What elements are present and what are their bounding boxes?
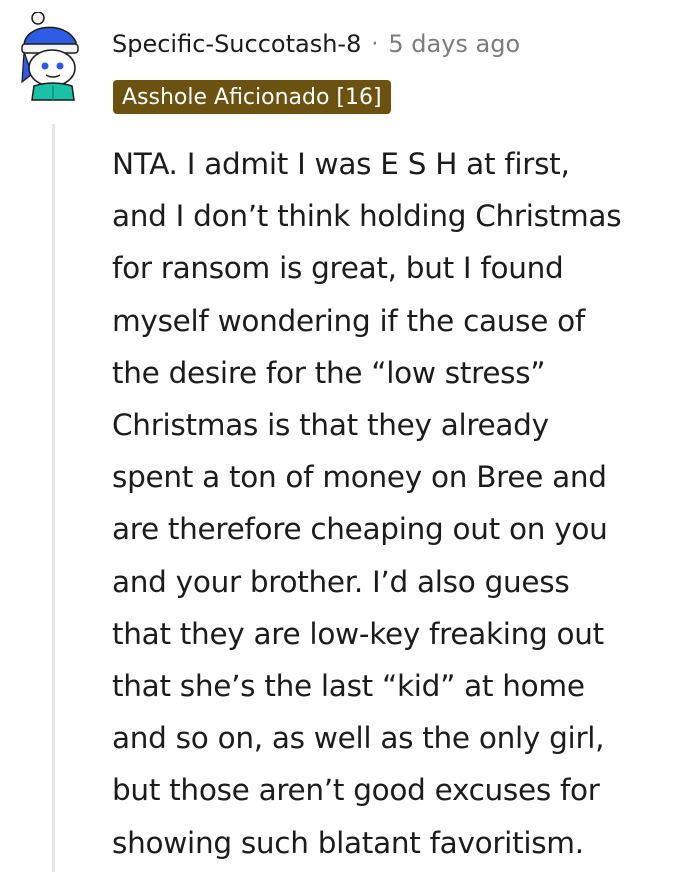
comment-body-line: Christmas is that they already [112,408,549,443]
comment-body-line: and your brother. I’d also guess [112,564,570,599]
author-username[interactable]: Specific-Succotash-8 [112,30,361,58]
meta-separator: · [371,31,379,57]
comment-body: NTA. I admit I was E S H at first, and I… [112,138,697,869]
comment-timestamp[interactable]: 5 days ago [388,30,520,58]
comment-body-line: are therefore cheaping out on you [112,512,608,547]
comment-body-line: that she’s the last “kid” at home [112,669,585,704]
comment-body-line: NTA. I admit I was E S H at first, [112,147,570,181]
comment-body-line: spent a ton of money on Bree and [112,460,607,495]
user-flair: Asshole Aficionado [16] [113,80,391,114]
comment-body-line: that they are low-key freaking out [112,616,604,651]
comment-body-line: showing such blatant favoritism. [112,825,584,860]
comment-body-line: the desire for the “low stress” [112,355,546,390]
comment-body-line: for ransom is great, but I found [112,251,564,286]
comment-body-line: myself wondering if the cause of [112,303,586,338]
snoo-avatar-icon [21,11,79,101]
thread-collapse-line[interactable] [52,124,55,872]
user-avatar[interactable] [18,11,94,104]
comment-meta: Specific-Succotash-8 · 5 days ago [112,26,520,62]
comment-body-line: and so on, as well as the only girl, [112,721,605,756]
comment: Specific-Succotash-8 · 5 days ago Asshol… [0,0,700,872]
comment-body-line: and I don’t think holding Christmas [112,199,622,234]
comment-body-line: but those aren’t good excuses for [112,773,600,808]
